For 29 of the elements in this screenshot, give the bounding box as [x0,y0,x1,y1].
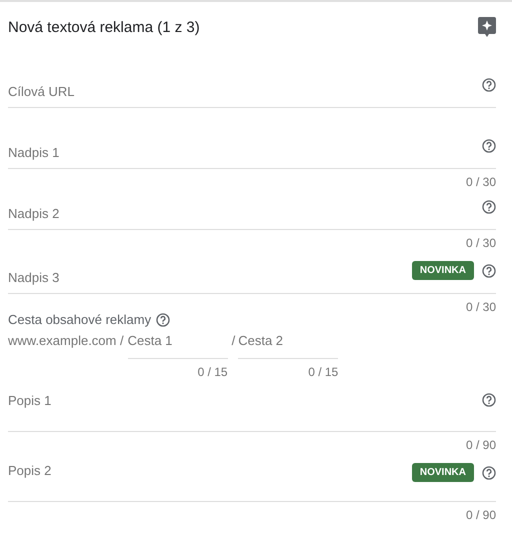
path-input[interactable]: Cesta 2 [238,333,338,359]
character-counter: 0 / 15 [308,364,338,381]
text-area[interactable]: Popis 2 [8,463,412,481]
character-counter: 0 / 30 [466,174,496,191]
input-field[interactable]: Nadpis 1 [8,145,482,160]
character-counter: 0 / 30 [466,299,496,316]
character-counter: 0 / 90 [466,507,496,524]
help-icon[interactable] [156,312,170,326]
new-badge: NOVINKA [412,463,474,482]
input-field[interactable]: Nadpis 3 [8,270,412,285]
path-separator: / [232,333,236,349]
field-label: Cesta obsahové reklamy [8,312,152,327]
help-icon[interactable] [482,393,496,407]
help-icon[interactable] [482,466,496,480]
input-field[interactable]: Cílová URL [8,84,482,99]
form-title: Nová textová reklama (1 z 3) [8,18,200,36]
path-input[interactable]: Cesta 1 [128,333,228,359]
character-counter: 0 / 90 [466,437,496,454]
sparkle-icon[interactable] [478,17,496,37]
input-field[interactable]: Nadpis 2 [8,206,482,221]
help-icon[interactable] [482,264,496,278]
text-area[interactable]: Popis 1 [8,393,482,411]
character-counter: 0 / 30 [466,235,496,252]
new-badge: NOVINKA [412,261,474,280]
help-icon[interactable] [482,200,496,214]
help-icon[interactable] [482,139,496,153]
domain-text: www.example.com / [8,333,124,349]
help-icon[interactable] [482,78,496,92]
character-counter: 0 / 15 [198,364,228,381]
